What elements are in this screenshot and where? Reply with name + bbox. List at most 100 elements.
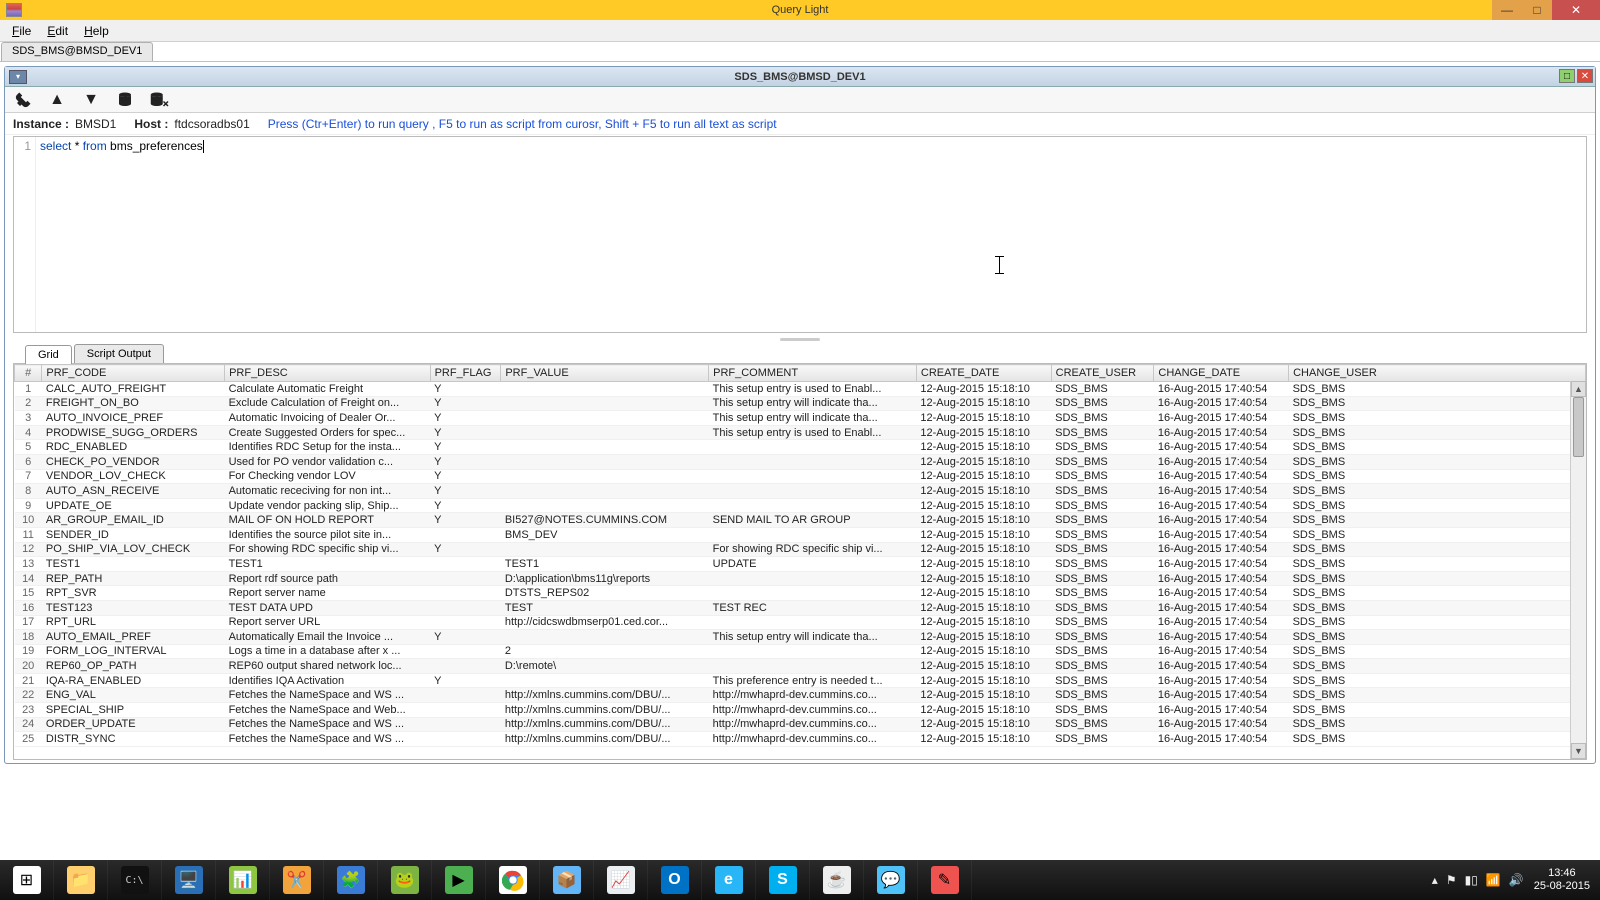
table-cell[interactable]: Fetches the NameSpace and Web... bbox=[225, 703, 431, 718]
table-row[interactable]: 9UPDATE_OEUpdate vendor packing slip, Sh… bbox=[15, 498, 1586, 513]
table-cell[interactable]: 16-Aug-2015 17:40:54 bbox=[1154, 542, 1289, 557]
table-cell[interactable]: Automatically Email the Invoice ... bbox=[225, 630, 431, 645]
table-cell[interactable]: 12-Aug-2015 15:18:10 bbox=[916, 542, 1051, 557]
table-cell[interactable]: 12-Aug-2015 15:18:10 bbox=[916, 498, 1051, 513]
table-cell[interactable]: SDS_BMS bbox=[1289, 615, 1586, 630]
tray-network-icon[interactable]: ▮▯ bbox=[1465, 873, 1478, 887]
table-cell[interactable]: 10 bbox=[15, 513, 42, 528]
taskbar-app-6[interactable]: 📈 bbox=[594, 860, 648, 900]
table-cell[interactable]: SDS_BMS bbox=[1289, 659, 1586, 674]
table-row[interactable]: 15RPT_SVRReport server nameDTSTS_REPS021… bbox=[15, 586, 1586, 601]
table-cell[interactable]: 12-Aug-2015 15:18:10 bbox=[916, 703, 1051, 718]
table-cell[interactable]: PRODWISE_SUGG_ORDERS bbox=[42, 425, 225, 440]
column-header[interactable]: CREATE_USER bbox=[1051, 365, 1154, 382]
table-cell[interactable]: BI527@NOTES.CUMMINS.COM bbox=[501, 513, 709, 528]
table-row[interactable]: 12PO_SHIP_VIA_LOV_CHECKFor showing RDC s… bbox=[15, 542, 1586, 557]
taskbar-app-3[interactable]: 🧩 bbox=[324, 860, 378, 900]
table-cell[interactable]: VENDOR_LOV_CHECK bbox=[42, 469, 225, 484]
table-cell[interactable]: SDS_BMS bbox=[1289, 513, 1586, 528]
table-cell[interactable]: UPDATE bbox=[709, 557, 917, 572]
table-cell[interactable] bbox=[501, 673, 709, 688]
table-cell[interactable]: Fetches the NameSpace and WS ... bbox=[225, 717, 431, 732]
table-row[interactable]: 2FREIGHT_ON_BOExclude Calculation of Fre… bbox=[15, 396, 1586, 411]
vertical-scrollbar[interactable]: ▲ ▼ bbox=[1570, 381, 1586, 759]
sql-editor[interactable]: 1 select * from bms_preferences bbox=[13, 136, 1587, 333]
table-row[interactable]: 13TEST1TEST1TEST1UPDATE12-Aug-2015 15:18… bbox=[15, 557, 1586, 572]
table-cell[interactable]: SDS_BMS bbox=[1051, 454, 1154, 469]
table-cell[interactable]: SDS_BMS bbox=[1289, 644, 1586, 659]
tray-volume-icon[interactable]: 🔊 bbox=[1509, 873, 1524, 887]
table-cell[interactable] bbox=[501, 469, 709, 484]
table-cell[interactable]: TEST bbox=[501, 600, 709, 615]
table-cell[interactable]: 12-Aug-2015 15:18:10 bbox=[916, 600, 1051, 615]
table-cell[interactable]: For Checking vendor LOV bbox=[225, 469, 431, 484]
table-cell[interactable]: SDS_BMS bbox=[1051, 557, 1154, 572]
tray-wifi-icon[interactable]: 📶 bbox=[1486, 873, 1501, 887]
table-cell[interactable]: 16-Aug-2015 17:40:54 bbox=[1154, 600, 1289, 615]
table-cell[interactable]: 12-Aug-2015 15:18:10 bbox=[916, 425, 1051, 440]
table-cell[interactable]: 16-Aug-2015 17:40:54 bbox=[1154, 469, 1289, 484]
table-row[interactable]: 17RPT_URLReport server URLhttp://cidcswd… bbox=[15, 615, 1586, 630]
table-cell[interactable]: http://mwhaprd-dev.cummins.co... bbox=[709, 688, 917, 703]
table-cell[interactable]: SDS_BMS bbox=[1051, 659, 1154, 674]
table-cell[interactable]: SDS_BMS bbox=[1289, 571, 1586, 586]
table-cell[interactable]: Identifies the source pilot site in... bbox=[225, 527, 431, 542]
table-cell[interactable] bbox=[709, 571, 917, 586]
table-cell[interactable]: 16-Aug-2015 17:40:54 bbox=[1154, 454, 1289, 469]
table-cell[interactable]: SDS_BMS bbox=[1289, 630, 1586, 645]
taskbar-app-2[interactable]: 📊 bbox=[216, 860, 270, 900]
table-cell[interactable]: http://xmlns.cummins.com/DBU/... bbox=[501, 732, 709, 747]
table-cell[interactable]: SDS_BMS bbox=[1289, 732, 1586, 747]
column-header[interactable]: PRF_CODE bbox=[42, 365, 225, 382]
table-cell[interactable]: TEST REC bbox=[709, 600, 917, 615]
table-cell[interactable]: 12-Aug-2015 15:18:10 bbox=[916, 454, 1051, 469]
table-cell[interactable]: SDS_BMS bbox=[1289, 717, 1586, 732]
table-cell[interactable]: REP_PATH bbox=[42, 571, 225, 586]
table-cell[interactable]: SDS_BMS bbox=[1289, 557, 1586, 572]
table-cell[interactable]: SDS_BMS bbox=[1289, 527, 1586, 542]
table-cell[interactable]: D:\application\bms11g\reports bbox=[501, 571, 709, 586]
table-cell[interactable]: 16 bbox=[15, 600, 42, 615]
table-cell[interactable] bbox=[430, 586, 501, 601]
close-button[interactable]: ✕ bbox=[1552, 0, 1600, 20]
table-cell[interactable]: 16-Aug-2015 17:40:54 bbox=[1154, 571, 1289, 586]
table-cell[interactable]: 16-Aug-2015 17:40:54 bbox=[1154, 513, 1289, 528]
column-header[interactable]: PRF_DESC bbox=[225, 365, 431, 382]
table-cell[interactable]: This setup entry is used to Enabl... bbox=[709, 425, 917, 440]
taskbar-skype[interactable]: S bbox=[756, 860, 810, 900]
table-cell[interactable]: RDC_ENABLED bbox=[42, 440, 225, 455]
table-row[interactable]: 18AUTO_EMAIL_PREFAutomatically Email the… bbox=[15, 630, 1586, 645]
table-cell[interactable] bbox=[709, 615, 917, 630]
table-cell[interactable]: SDS_BMS bbox=[1289, 703, 1586, 718]
table-cell[interactable]: 21 bbox=[15, 673, 42, 688]
table-cell[interactable] bbox=[430, 732, 501, 747]
table-cell[interactable] bbox=[709, 527, 917, 542]
table-cell[interactable]: AUTO_EMAIL_PREF bbox=[42, 630, 225, 645]
table-cell[interactable] bbox=[709, 498, 917, 513]
taskbar-app-1[interactable]: 🖥️ bbox=[162, 860, 216, 900]
table-cell[interactable]: 16-Aug-2015 17:40:54 bbox=[1154, 586, 1289, 601]
table-row[interactable]: 23SPECIAL_SHIPFetches the NameSpace and … bbox=[15, 703, 1586, 718]
table-cell[interactable]: 6 bbox=[15, 454, 42, 469]
table-cell[interactable] bbox=[501, 484, 709, 499]
table-cell[interactable]: SDS_BMS bbox=[1051, 717, 1154, 732]
table-cell[interactable]: This setup entry will indicate tha... bbox=[709, 396, 917, 411]
table-cell[interactable]: SDS_BMS bbox=[1289, 425, 1586, 440]
taskbar-app-8[interactable]: ✎ bbox=[918, 860, 972, 900]
table-cell[interactable]: 7 bbox=[15, 469, 42, 484]
table-cell[interactable]: 16-Aug-2015 17:40:54 bbox=[1154, 717, 1289, 732]
inner-close-button[interactable]: ✕ bbox=[1577, 69, 1593, 83]
table-row[interactable]: 24ORDER_UPDATEFetches the NameSpace and … bbox=[15, 717, 1586, 732]
taskbar[interactable]: ⊞ 📁 C:\ 🖥️ 📊 ✂️ 🧩 🐸 ▶ 📦 📈 O e S ☕ 💬 ✎ ▴ … bbox=[0, 860, 1600, 900]
table-cell[interactable]: SDS_BMS bbox=[1051, 615, 1154, 630]
table-cell[interactable]: This setup entry will indicate tha... bbox=[709, 411, 917, 426]
table-cell[interactable] bbox=[709, 469, 917, 484]
table-cell[interactable]: SDS_BMS bbox=[1051, 411, 1154, 426]
table-cell[interactable]: SDS_BMS bbox=[1051, 396, 1154, 411]
table-cell[interactable]: 1 bbox=[15, 382, 42, 397]
scroll-down-icon[interactable]: ▼ bbox=[1571, 743, 1586, 759]
table-cell[interactable]: SDS_BMS bbox=[1051, 425, 1154, 440]
table-cell[interactable]: SDS_BMS bbox=[1289, 454, 1586, 469]
table-row[interactable]: 10AR_GROUP_EMAIL_IDMAIL OF ON HOLD REPOR… bbox=[15, 513, 1586, 528]
table-cell[interactable] bbox=[709, 644, 917, 659]
